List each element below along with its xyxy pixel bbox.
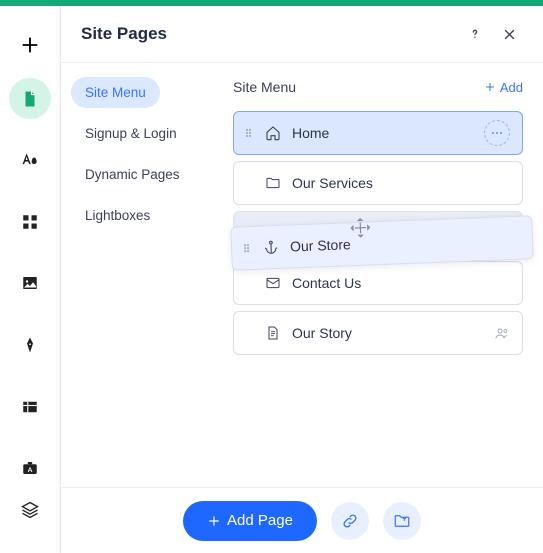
page-label: Contact Us [292,275,510,291]
doc-icon [264,325,282,341]
pages-rail-button[interactable] [9,78,51,120]
main-area: A Site Pages Site Menu Signup & Login Dy… [0,6,543,553]
folder-plus-icon [393,512,411,530]
page-more-button[interactable] [484,120,510,146]
image-icon [21,274,39,292]
add-link-label: Add [500,80,523,95]
mail-icon [264,275,282,291]
media-rail-button[interactable] [9,263,51,305]
site-pages-panel: Site Pages Site Menu Signup & Login Dyna… [60,6,543,553]
page-row-our-story[interactable]: Our Story [233,311,523,355]
folder-button[interactable] [383,502,421,540]
sidemenu-item-dynamic-pages[interactable]: Dynamic Pages [71,159,194,190]
more-horizontal-icon [490,126,504,140]
panel-footer: Add Page [61,487,543,553]
briefcase-a-icon: A [21,459,39,477]
help-button[interactable] [461,20,489,48]
page-label: Our Story [292,325,494,341]
add-page-label: Add Page [227,512,293,529]
add-page-button[interactable]: Add Page [183,501,317,541]
sidemenu-item-signup-login[interactable]: Signup & Login [71,118,191,149]
content-title: Site Menu [233,79,484,95]
home-icon [264,125,282,141]
pages-list: Home Our Services [233,111,523,361]
close-button[interactable] [495,20,523,48]
data-rail-button[interactable] [9,386,51,428]
sidemenu-item-site-menu[interactable]: Site Menu [71,77,160,108]
page-label: Home [292,125,484,141]
drag-handle-icon[interactable] [246,129,254,137]
pen-nib-icon [21,336,39,354]
page-label: Our Store [290,230,520,255]
panel-body: Site Menu Signup & Login Dynamic Pages L… [61,62,543,487]
page-row-our-services[interactable]: Our Services [233,161,523,205]
content-head: Site Menu Add [233,79,523,95]
content-area: Site Menu Add Home [221,63,543,487]
panel-title: Site Pages [81,24,461,44]
members-badge-icon [494,325,510,341]
add-button[interactable] [9,24,51,66]
page-label: Our Services [292,175,510,191]
svg-text:A: A [28,467,33,474]
anchor-icon [262,239,281,256]
drag-handle-icon[interactable] [244,244,252,252]
plus-icon [19,34,41,56]
plus-icon [207,514,221,528]
layers-rail-button[interactable] [9,489,51,531]
help-icon [467,26,483,42]
left-rail: A [0,6,60,553]
side-menu: Site Menu Signup & Login Dynamic Pages L… [61,63,221,487]
plus-icon [484,81,496,93]
add-link[interactable]: Add [484,80,523,95]
sidemenu-item-lightboxes[interactable]: Lightboxes [71,200,164,231]
link-icon [341,512,359,530]
page-row-home[interactable]: Home [233,111,523,155]
grid-icon [21,213,39,231]
table-icon [21,398,39,416]
move-cursor-icon [349,216,372,239]
folder-icon [264,175,282,191]
pen-rail-button[interactable] [9,324,51,366]
font-drop-icon [20,150,40,170]
theme-rail-button[interactable] [9,139,51,181]
page-icon [21,90,39,108]
apps-rail-button[interactable] [9,201,51,243]
panel-header: Site Pages [61,6,543,62]
store-rail-button[interactable]: A [9,447,51,489]
close-icon [502,27,517,42]
layers-icon [20,500,40,520]
link-button[interactable] [331,502,369,540]
